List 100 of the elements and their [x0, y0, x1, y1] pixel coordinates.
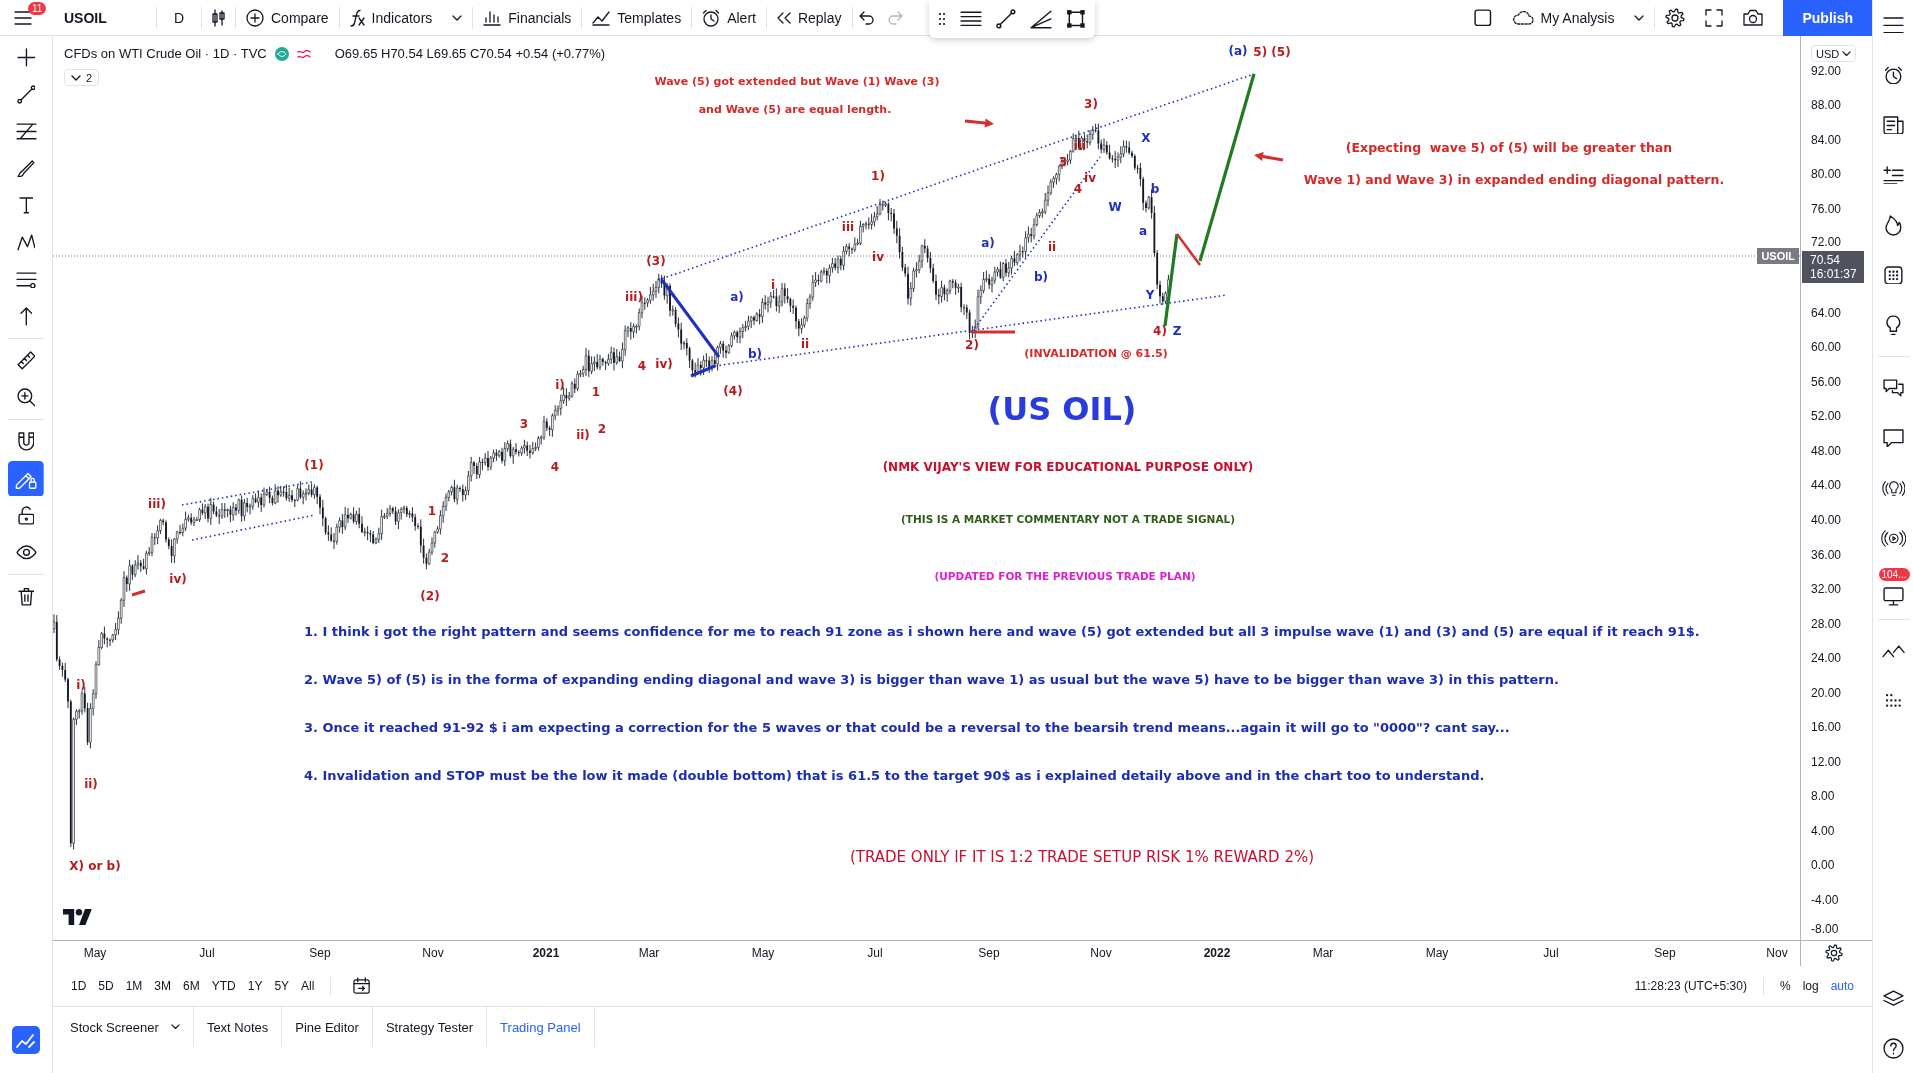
settings-icon[interactable] — [1665, 7, 1686, 28]
candlestick-icon[interactable] — [212, 8, 225, 27]
unlock-icon[interactable] — [17, 506, 35, 525]
range-button[interactable]: 3M — [148, 973, 178, 999]
rewind-icon[interactable] — [776, 11, 791, 24]
range-button[interactable]: YTD — [205, 973, 242, 999]
publish-button[interactable]: Publish — [1783, 0, 1872, 36]
list-icon[interactable] — [1883, 16, 1904, 34]
caret-icon[interactable] — [1634, 14, 1645, 21]
range-button[interactable]: 1D — [65, 973, 93, 999]
wave-label: b) — [1033, 271, 1049, 285]
line-chart-icon[interactable] — [592, 9, 611, 26]
wave-label: 4 — [637, 360, 647, 374]
caret-icon[interactable] — [170, 1024, 180, 1030]
undo-icon[interactable] — [858, 10, 875, 25]
trash-icon[interactable] — [17, 587, 35, 606]
fan-lines-icon[interactable] — [1030, 9, 1053, 29]
disclaimer-text: (UPDATED FOR THE PREVIOUS TRADE PLAN) — [934, 569, 1196, 583]
chevrons-icon[interactable] — [1881, 643, 1906, 659]
indicators-button[interactable]: Indicators — [339, 0, 443, 35]
magnet-icon[interactable] — [17, 432, 35, 451]
wave-label: 5) (5) — [1253, 46, 1291, 60]
horizontal-lines-icon[interactable] — [960, 10, 983, 28]
arrow-up-icon[interactable] — [19, 307, 33, 326]
camera-icon[interactable] — [1743, 9, 1764, 26]
scale-option-button[interactable]: auto — [1824, 973, 1860, 999]
rectangle-icon[interactable] — [1066, 9, 1086, 29]
layout-button[interactable]: My Analysis — [1501, 0, 1625, 35]
app-logo-icon[interactable] — [12, 1026, 40, 1054]
panel-tab[interactable]: Pine Editor — [282, 1007, 373, 1047]
trend-line-icon[interactable] — [16, 85, 36, 104]
crosshair-icon[interactable] — [16, 48, 36, 67]
settings-icon[interactable] — [1825, 944, 1843, 962]
flame-icon[interactable] — [1885, 214, 1902, 236]
cloud-icon[interactable] — [1511, 10, 1534, 25]
panel-tab[interactable]: Stock Screener — [57, 1007, 194, 1047]
range-button[interactable]: 1Y — [241, 973, 269, 999]
level-lines-icon[interactable] — [15, 122, 37, 141]
caret-icon[interactable] — [452, 14, 463, 21]
panel-tab[interactable]: Strategy Tester — [372, 1007, 488, 1047]
price-axis-label: 80.00 — [1811, 167, 1842, 182]
panel-tab[interactable]: Text Notes — [193, 1007, 283, 1047]
panel-tab[interactable]: Trading Panel — [487, 1007, 595, 1047]
chat-bubble-icon[interactable] — [1883, 428, 1904, 448]
range-button[interactable]: 5Y — [268, 973, 296, 999]
wave-label: 3 — [519, 418, 529, 432]
currency-button[interactable]: USD — [1811, 45, 1857, 62]
range-button[interactable]: 6M — [177, 973, 206, 999]
scale-option-button[interactable]: log — [1796, 973, 1825, 999]
alarm-clock-icon[interactable] — [702, 8, 721, 27]
play-waves-icon[interactable] — [1880, 529, 1907, 547]
chat-bubbles-icon[interactable] — [1883, 379, 1904, 397]
analysis-point: 1. I think i got the right pattern and seems confidence for me to reach 91 zone as i shown here and wave (5) got extended but all 3 impulse wave (1) and (3) and (5) are equal if it reach 91$. — [304, 623, 1700, 641]
list-plus-icon[interactable] — [1883, 165, 1904, 185]
price-axis-label: -4.00 — [1811, 893, 1839, 907]
price-axis-label: 88.00 — [1811, 98, 1842, 113]
monitor-icon[interactable] — [1883, 587, 1904, 606]
visibility-icon[interactable] — [274, 46, 289, 61]
caret-icon[interactable] — [71, 74, 81, 81]
calendar-icon[interactable] — [353, 977, 371, 995]
interval-button[interactable]: D — [157, 0, 201, 35]
templates-button[interactable]: Templates — [582, 0, 692, 35]
replay-button[interactable]: Replay — [766, 0, 852, 35]
wave-label: a) — [730, 291, 744, 305]
fullscreen-icon[interactable] — [1705, 8, 1724, 27]
lightbulb-icon[interactable] — [1886, 314, 1901, 336]
calendar-icon[interactable] — [1884, 265, 1903, 285]
layers-icon[interactable] — [1883, 989, 1904, 1007]
compare-button[interactable]: Compare — [236, 0, 339, 35]
range-button[interactable]: 1M — [119, 973, 149, 999]
function-icon[interactable] — [349, 8, 365, 27]
wave-icon[interactable] — [296, 48, 311, 59]
line-tool-icon[interactable] — [996, 9, 1016, 29]
range-button[interactable]: All — [295, 973, 321, 999]
right-arrow-icon — [964, 118, 994, 128]
caret-icon[interactable] — [1842, 50, 1852, 57]
plus-circle-icon[interactable] — [246, 8, 264, 27]
square-icon[interactable] — [1473, 8, 1492, 27]
range-button[interactable]: 5D — [92, 973, 120, 999]
lightbulb-waves-icon[interactable] — [1881, 479, 1906, 497]
wave-label: (1) — [304, 459, 324, 473]
newspaper-icon[interactable] — [1883, 115, 1904, 135]
eye-icon[interactable] — [15, 545, 37, 560]
alert-button[interactable]: Alert — [692, 0, 766, 35]
price-axis-label: -8.00 — [1811, 922, 1839, 936]
projection-icon[interactable] — [15, 270, 37, 289]
scale-option-button[interactable]: % — [1773, 973, 1797, 999]
menu-icon[interactable] — [14, 10, 32, 25]
analysis-point: 3. Once it reached 91-92 $ i am expecting a correction for the 5 waves or that could be a reversal to the bearsih trend means...again it will go to "0000"? cant say... — [304, 719, 1511, 737]
financials-button[interactable]: Financials — [473, 0, 582, 35]
brush-icon[interactable] — [17, 159, 35, 178]
pencil-lock-icon[interactable] — [8, 460, 44, 497]
zigzag-icon[interactable] — [16, 234, 36, 251]
zoom-in-icon[interactable] — [16, 388, 36, 407]
indicators-toggle[interactable]: 2 — [64, 69, 100, 86]
help-icon[interactable] — [1883, 1037, 1904, 1059]
ruler-icon[interactable] — [16, 351, 36, 370]
alarm-clock-icon[interactable] — [1884, 65, 1903, 85]
text-tool-icon[interactable] — [18, 197, 34, 214]
bar-chart-icon[interactable] — [483, 9, 502, 26]
